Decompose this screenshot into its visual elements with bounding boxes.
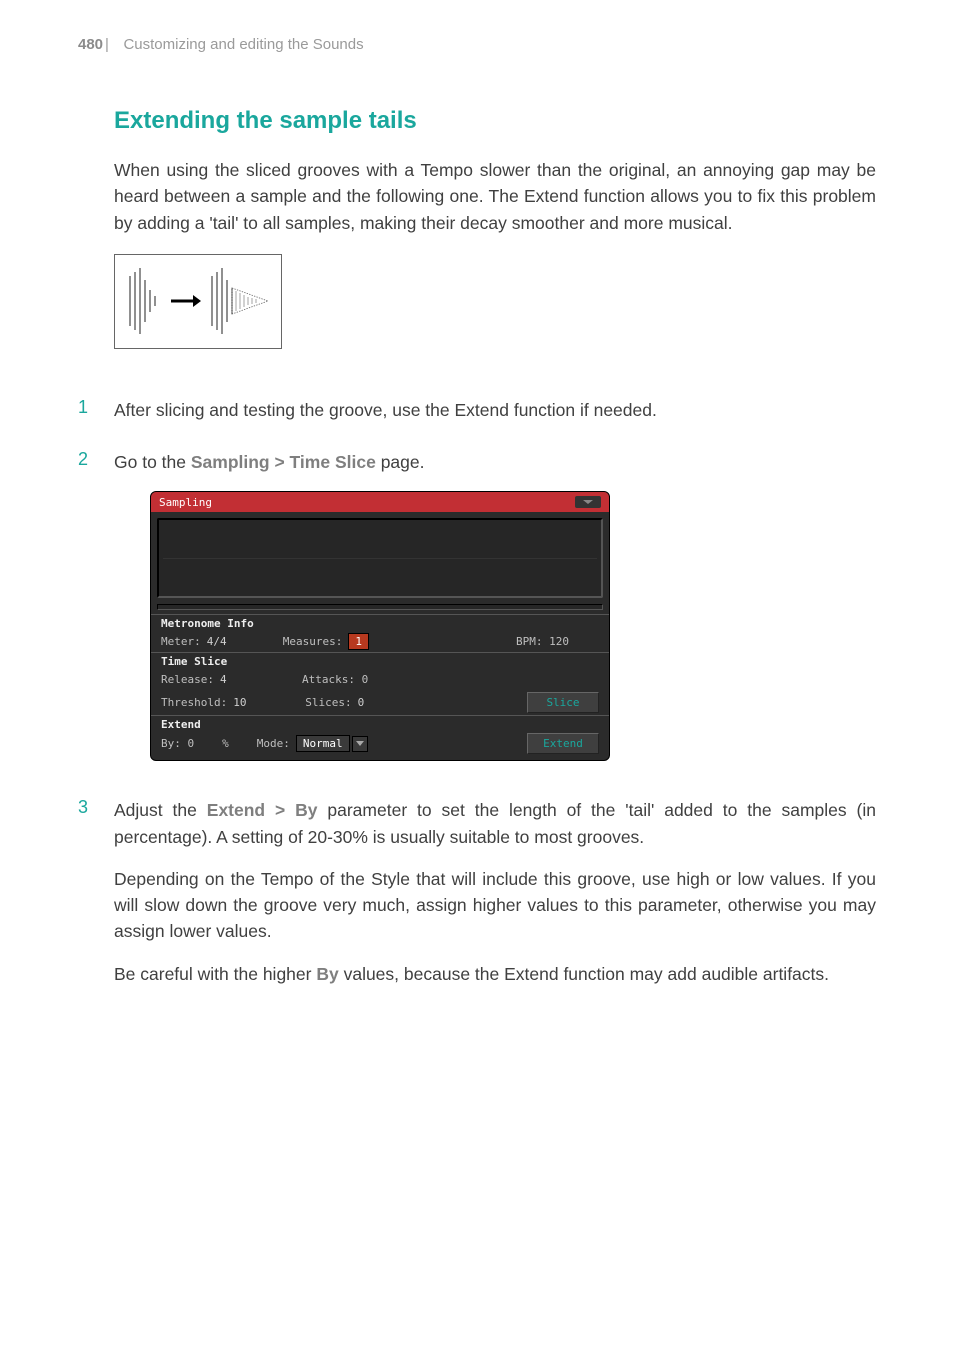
step-3-p1: Adjust the Extend > By parameter to set … (114, 797, 876, 850)
by-label[interactable]: By: 0 (161, 737, 194, 750)
device-titlebar: Sampling (151, 492, 609, 512)
step-3: 3 Adjust the Extend > By parameter to se… (78, 797, 876, 1003)
step-3-p3-pre: Be careful with the higher (114, 964, 316, 984)
release-label: Release: (161, 673, 214, 686)
measures-input[interactable]: 1 (348, 633, 369, 650)
device-title: Sampling (159, 496, 212, 509)
step-2-pre: Go to the (114, 452, 191, 472)
arrow-right-icon (171, 293, 201, 309)
step-1-number: 1 (78, 397, 114, 439)
ui-key-by: By (316, 964, 338, 984)
device-screenshot: Sampling Metronome Info Meter: 4/4 Measu… (150, 491, 610, 761)
timeslice-row-1: Release: 4 Attacks: 0 (151, 668, 609, 690)
section-heading: Extending the sample tails (114, 107, 876, 135)
metronome-heading: Metronome Info (151, 614, 609, 630)
by-unit: % (222, 737, 229, 750)
step-3-number: 3 (78, 797, 114, 1003)
chapter-title: Customizing and editing the Sounds (123, 36, 363, 53)
running-header: 480| Customizing and editing the Sounds (78, 36, 876, 53)
extend-row: By: 0 % Mode: Normal Extend (151, 731, 609, 760)
ui-path-extend-by: Extend > By (207, 800, 318, 820)
attacks-label: Attacks: 0 (302, 673, 368, 686)
metronome-row: Meter: 4/4 Measures: 1 BPM: 120 (151, 630, 609, 652)
waveform-scrollbar[interactable] (157, 604, 603, 610)
timeslice-row-2: Threshold: 10 Slices: 0 Slice (151, 690, 609, 715)
waveform-before-icon (126, 266, 164, 336)
step-3-p2: Depending on the Tempo of the Style that… (114, 866, 876, 945)
step-2-number: 2 (78, 449, 114, 787)
intro-paragraph: When using the sliced grooves with a Tem… (114, 157, 876, 236)
waveform-after-icon (208, 266, 270, 336)
mode-dropdown[interactable]: Normal (296, 735, 368, 752)
ui-path-sampling: Sampling > Time Slice (191, 452, 376, 472)
step-3-p3-post: values, because the Extend function may … (339, 964, 829, 984)
step-1: 1 After slicing and testing the groove, … (78, 397, 876, 439)
mode-label: Mode: (257, 737, 290, 750)
waveform-diagram (114, 254, 282, 349)
slice-button[interactable]: Slice (527, 692, 599, 713)
bpm-label: BPM: 120 (516, 635, 569, 648)
slices-value: 0 (358, 696, 382, 709)
step-2: 2 Go to the Sampling > Time Slice page. … (78, 449, 876, 787)
page-number: 480 (78, 36, 103, 53)
threshold-value[interactable]: 10 (233, 696, 257, 709)
meter-value[interactable]: 4/4 (207, 635, 231, 648)
measures-label: Measures: (283, 635, 343, 648)
step-3-p3: Be careful with the higher By values, be… (114, 961, 876, 987)
step-3-p1-pre: Adjust the (114, 800, 207, 820)
header-separator: | (105, 36, 109, 53)
step-2-post: page. (376, 452, 425, 472)
mode-value[interactable]: Normal (296, 735, 350, 752)
step-1-text: After slicing and testing the groove, us… (114, 397, 876, 423)
menu-icon[interactable] (575, 496, 601, 508)
slices-label: Slices: (305, 696, 351, 709)
timeslice-heading: Time Slice (151, 652, 609, 668)
chevron-down-icon[interactable] (352, 736, 368, 752)
threshold-label: Threshold: (161, 696, 227, 709)
waveform-display[interactable] (157, 518, 603, 598)
release-value[interactable]: 4 (220, 673, 254, 686)
extend-heading: Extend (151, 715, 609, 731)
extend-button[interactable]: Extend (527, 733, 599, 754)
step-2-text: Go to the Sampling > Time Slice page. (114, 449, 876, 475)
meter-label: Meter: (161, 635, 201, 648)
